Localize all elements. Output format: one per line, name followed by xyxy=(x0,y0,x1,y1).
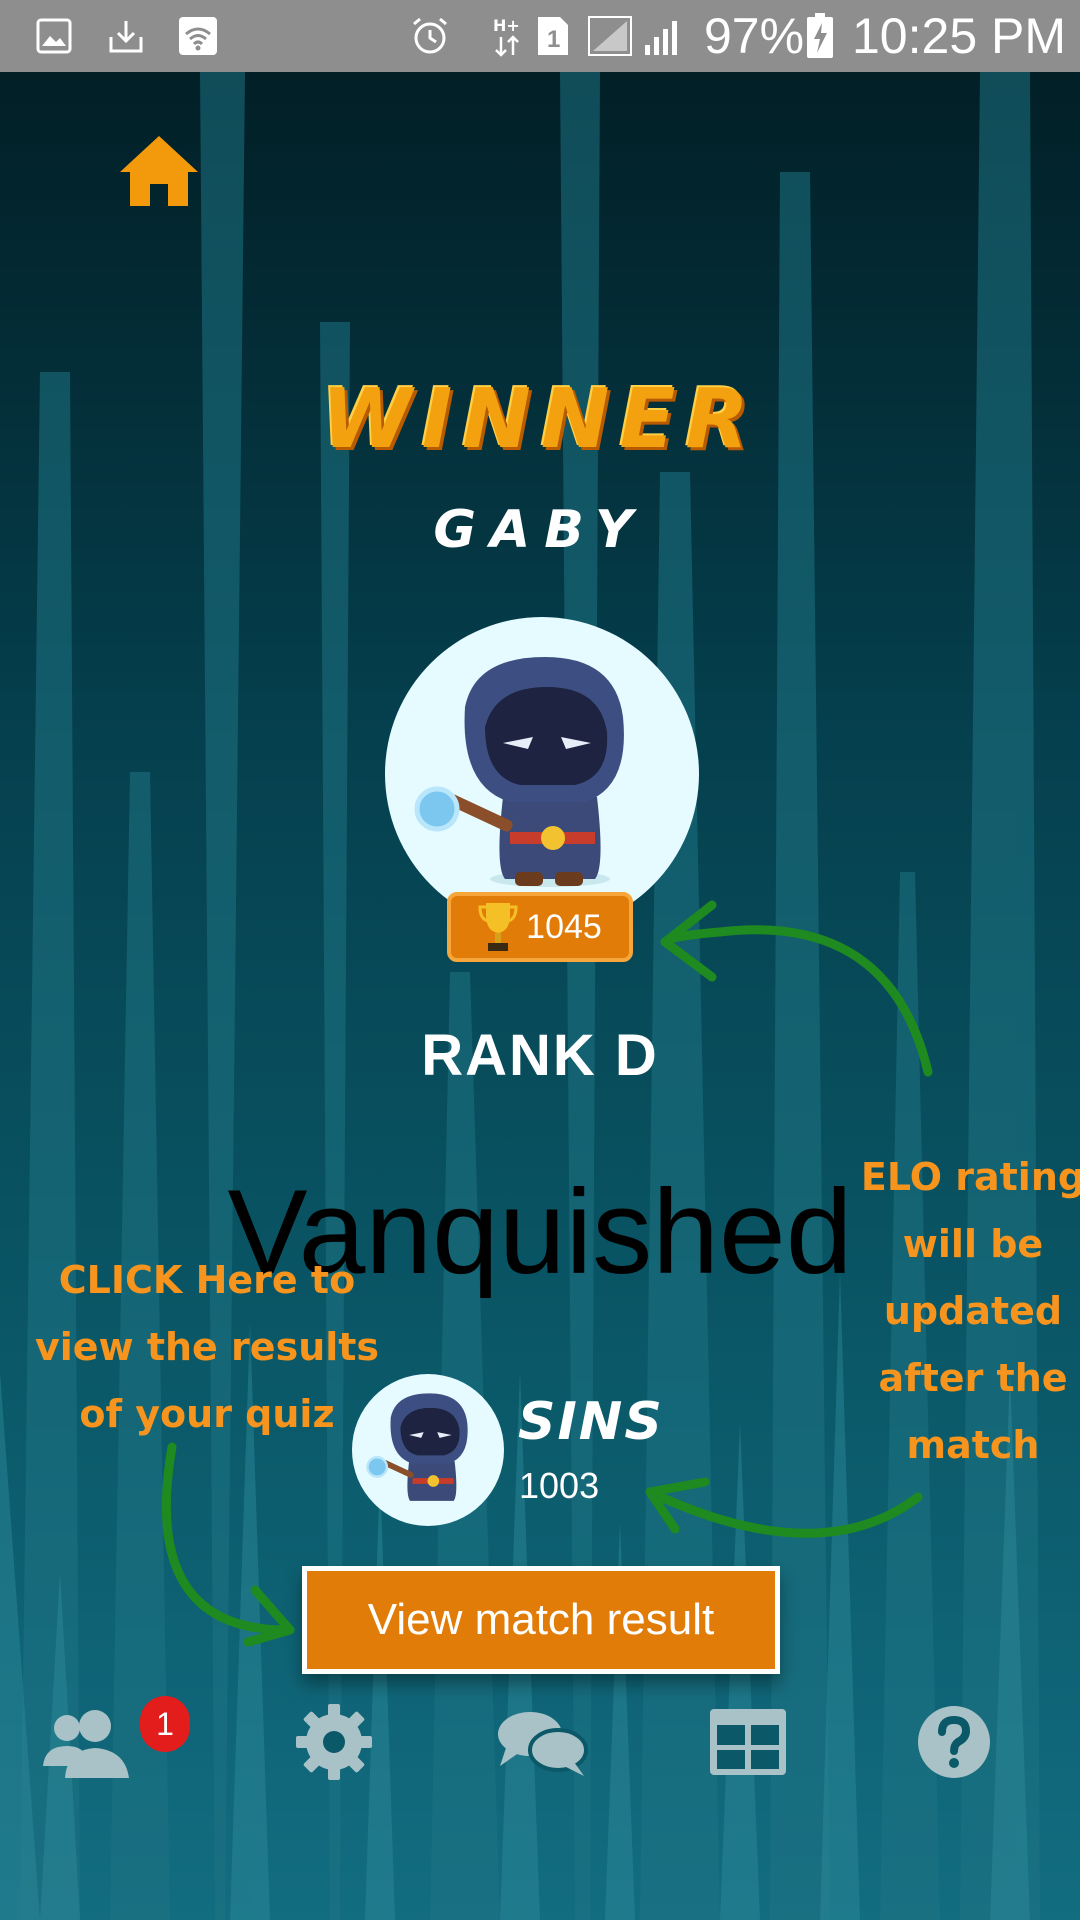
svg-text:1: 1 xyxy=(547,26,560,53)
hplus-data-icon: H+ xyxy=(490,14,526,58)
bottom-nav: 1 xyxy=(0,1682,1080,1822)
annotation-line: will be xyxy=(902,1222,1044,1266)
annotation-elo-update: ELO rating will be updated after the mat… xyxy=(838,1144,1080,1479)
download-icon xyxy=(106,14,146,58)
home-button[interactable] xyxy=(118,134,200,208)
battery-percent: 97% xyxy=(704,8,805,64)
chat-icon xyxy=(498,1712,588,1776)
status-bar: H+ 1 97% 10:25 PM xyxy=(0,0,1080,72)
winner-elo: 1045 xyxy=(526,907,602,946)
chat-button[interactable] xyxy=(482,1682,602,1802)
annotation-line: of your quiz xyxy=(79,1392,335,1436)
annotation-line: CLICK Here to xyxy=(58,1258,356,1302)
battery-charging-icon xyxy=(804,13,836,58)
wifi-icon xyxy=(176,14,220,58)
gallery-icon xyxy=(34,14,74,58)
annotation-line: view the results xyxy=(34,1325,380,1369)
annotation-line: after the xyxy=(878,1356,1068,1400)
home-icon xyxy=(120,136,198,206)
leaderboard-button[interactable] xyxy=(688,1682,808,1802)
winner-avatar xyxy=(385,617,699,931)
hooded-mage-avatar xyxy=(414,657,624,887)
gear-icon xyxy=(296,1704,372,1780)
annotation-click-here: CLICK Here to view the results of your q… xyxy=(12,1247,402,1448)
friend-requests-badge: 1 xyxy=(140,1696,190,1752)
settings-button[interactable] xyxy=(274,1682,394,1802)
match-result-screen: WINNER GABY 1045 RANK D Vanquished SINS … xyxy=(0,72,1080,1920)
loser-name: SINS xyxy=(518,1392,664,1452)
leaderboard-table-icon xyxy=(710,1709,786,1775)
view-match-result-button[interactable]: View match result xyxy=(302,1566,780,1674)
signal-icon xyxy=(586,14,634,58)
annotation-line: match xyxy=(906,1423,1040,1467)
annotation-line: updated xyxy=(883,1289,1063,1333)
trophy-icon xyxy=(478,903,518,951)
clock: 10:25 PM xyxy=(852,8,1067,64)
winner-elo-badge: 1045 xyxy=(447,892,633,962)
friends-icon xyxy=(43,1710,129,1778)
svg-text:H+: H+ xyxy=(493,16,520,35)
help-button[interactable] xyxy=(894,1682,1014,1802)
loser-elo: 1003 xyxy=(519,1465,600,1506)
friends-button[interactable]: 1 xyxy=(32,1682,190,1802)
annotation-line: ELO rating xyxy=(860,1155,1080,1199)
sim-1-icon: 1 xyxy=(535,14,571,58)
winner-title: WINNER xyxy=(321,372,759,467)
winner-rank: RANK D xyxy=(421,1023,659,1088)
winner-name: GABY xyxy=(433,500,647,560)
alarm-icon xyxy=(408,14,452,58)
help-icon xyxy=(918,1706,990,1778)
signal-strength-icon xyxy=(640,14,684,58)
